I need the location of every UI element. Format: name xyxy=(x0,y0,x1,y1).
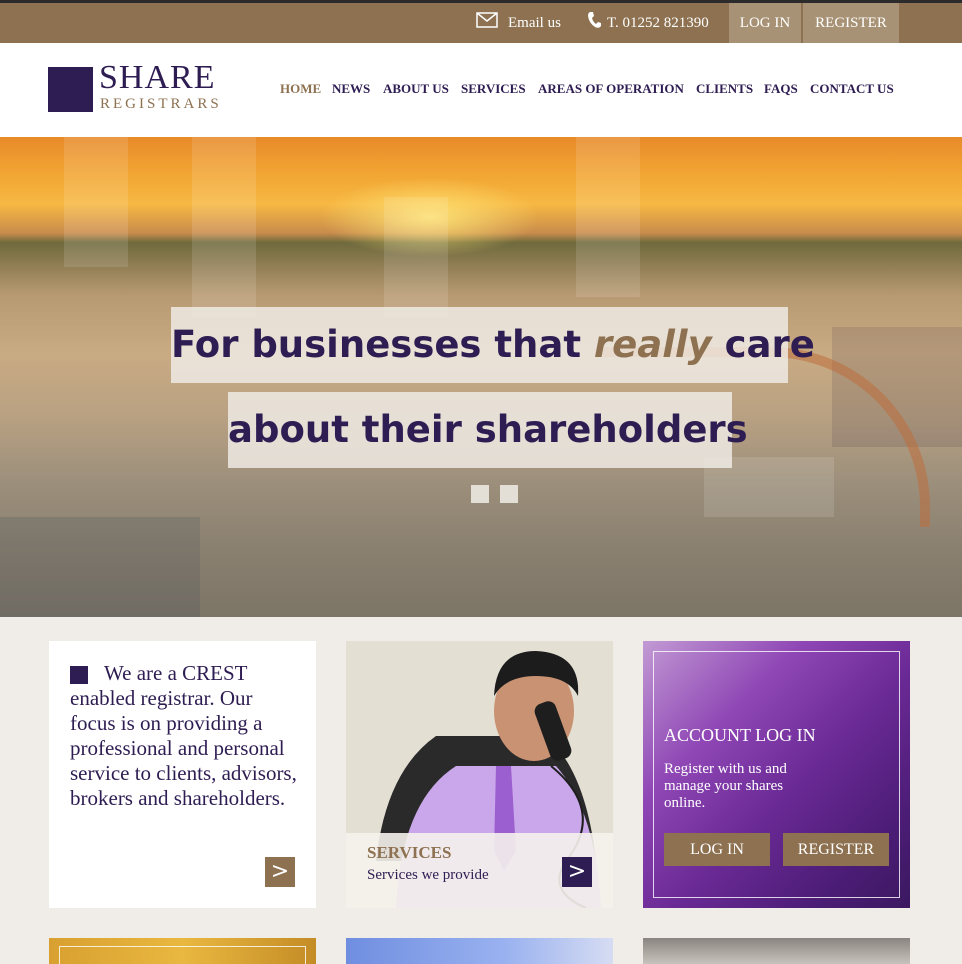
envelope-icon xyxy=(476,12,498,28)
bottom-tile-grey xyxy=(643,938,910,964)
hero-tile xyxy=(576,137,640,297)
services-title: SERVICES xyxy=(367,843,452,862)
hero-tile xyxy=(0,517,200,617)
bottom-tile-blue xyxy=(346,938,613,964)
account-register-button[interactable]: REGISTER xyxy=(783,833,889,866)
services-card[interactable]: SERVICES Services we provide > xyxy=(346,641,613,908)
nav-services[interactable]: SERVICES xyxy=(461,81,526,97)
logo-square-icon xyxy=(48,67,93,112)
bottom-tile-gold xyxy=(49,938,316,964)
top-bar: Email us T. 01252 821390 LOG IN REGISTER xyxy=(0,0,962,43)
slider-dot-2[interactable] xyxy=(500,485,518,503)
bottom-tile-frame xyxy=(59,946,306,964)
hero-emphasis: really xyxy=(593,323,712,366)
hero-tile xyxy=(384,197,448,317)
intro-card: We are a CREST enabled registrar. Our fo… xyxy=(49,641,316,908)
logo-title: SHARE xyxy=(99,59,216,96)
nav-about-us[interactable]: ABOUT US xyxy=(383,81,449,97)
services-caption: SERVICES Services we provide > xyxy=(346,833,613,908)
nav-faqs[interactable]: FAQS xyxy=(764,81,798,97)
intro-arrow-button[interactable]: > xyxy=(265,857,295,887)
top-register-button[interactable]: REGISTER xyxy=(803,3,899,43)
account-login-button[interactable]: LOG IN xyxy=(664,833,770,866)
account-title: ACCOUNT LOG IN xyxy=(664,725,816,745)
top-login-button[interactable]: LOG IN xyxy=(729,3,801,43)
intro-text: We are a CREST enabled registrar. Our fo… xyxy=(70,661,297,810)
hero-headline-line1: For businesses that really care xyxy=(171,307,815,383)
phone-number: T. 01252 821390 xyxy=(587,3,709,43)
phone-label: T. 01252 821390 xyxy=(607,15,709,31)
nav-areas-of-operation[interactable]: AREAS OF OPERATION xyxy=(538,81,684,97)
hero-headline-line2: about their shareholders xyxy=(228,392,748,468)
nav-home[interactable]: HOME xyxy=(280,81,321,97)
slider-dot-1[interactable] xyxy=(471,485,489,503)
hero-tile xyxy=(192,137,256,317)
nav-news[interactable]: NEWS xyxy=(332,81,370,97)
nav-clients[interactable]: CLIENTS xyxy=(696,81,753,97)
services-arrow-button[interactable]: > xyxy=(562,857,592,887)
logo-subtitle: REGISTRARS xyxy=(100,96,222,112)
services-subtitle: Services we provide xyxy=(367,867,489,883)
header: SHARE REGISTRARS HOME NEWS ABOUT US SERV… xyxy=(0,43,962,137)
nav-contact-us[interactable]: CONTACT US xyxy=(810,81,894,97)
account-card: ACCOUNT LOG IN Register with us and mana… xyxy=(643,641,910,908)
email-link[interactable]: Email us xyxy=(476,3,561,43)
hero-banner: For businesses that really care about th… xyxy=(0,137,962,617)
phone-icon xyxy=(588,12,601,28)
hero-tile xyxy=(64,137,128,267)
account-text: Register with us and manage your shares … xyxy=(664,761,787,811)
email-label: Email us xyxy=(508,15,561,31)
